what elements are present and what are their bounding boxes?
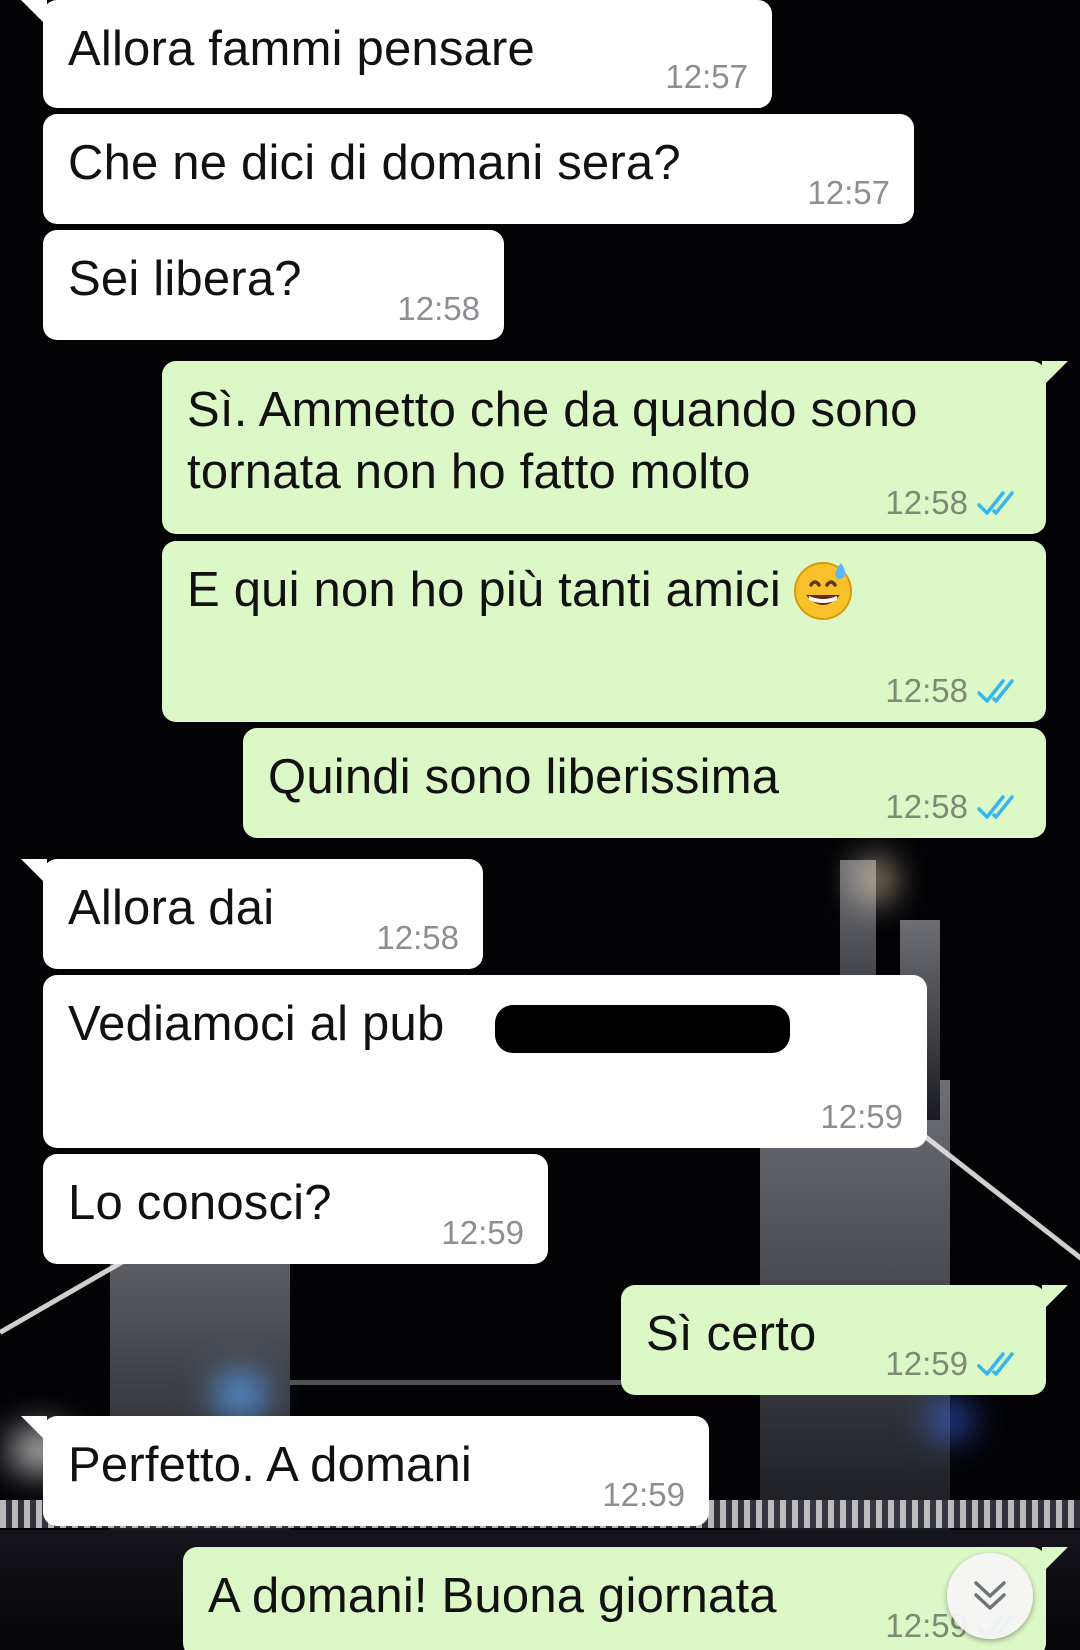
- message-meta: 12:57: [665, 58, 748, 96]
- wallpaper-light: [930, 1405, 970, 1435]
- message-incoming[interactable]: Perfetto. A domani 12:59: [21, 1416, 709, 1526]
- wallpaper-light: [860, 860, 890, 900]
- message-text: Che ne dici di domani sera?: [68, 136, 681, 190]
- message-text-content: E qui non ho più tanti amici: [187, 563, 781, 617]
- message-time: 12:59: [885, 1345, 968, 1382]
- message-incoming[interactable]: Che ne dici di domani sera? 12:57: [43, 114, 914, 224]
- message-time: 12:58: [397, 290, 480, 327]
- message-text: E qui non ho più tanti amici: [187, 559, 1020, 625]
- message-incoming[interactable]: Lo conosci? 12:59: [43, 1154, 548, 1264]
- double-check-icon: [977, 679, 1014, 703]
- message-meta: 12:58: [376, 919, 459, 957]
- message-outgoing[interactable]: Sì. Ammetto che da quando sono tornata n…: [162, 361, 1068, 534]
- message-time: 12:59: [441, 1214, 524, 1251]
- message-meta: 12:58: [397, 290, 480, 328]
- scroll-to-bottom-button[interactable]: [947, 1553, 1033, 1639]
- message-incoming[interactable]: Sei libera? 12:58: [43, 230, 504, 340]
- wallpaper-light: [215, 1375, 265, 1415]
- message-meta: 12:58: [885, 788, 1022, 826]
- message-text-line: Sì. Ammetto che da quando sono: [187, 383, 918, 437]
- message-time: 12:58: [885, 484, 968, 521]
- message-time: 12:57: [807, 174, 890, 211]
- message-meta: 12:59: [441, 1214, 524, 1252]
- redaction-mark: [495, 1005, 790, 1053]
- message-meta: 12:59: [885, 1345, 1022, 1383]
- message-time: 12:57: [665, 58, 748, 95]
- message-meta: 12:59: [820, 1098, 903, 1136]
- message-meta: 12:59: [602, 1476, 685, 1514]
- message-text: Allora fammi pensare: [68, 22, 535, 76]
- message-time: 12:58: [376, 919, 459, 956]
- double-check-icon: [977, 795, 1014, 819]
- message-time: 12:59: [602, 1476, 685, 1513]
- grinning-face-with-sweat-icon: [793, 562, 852, 621]
- message-time: 12:58: [885, 672, 968, 709]
- message-incoming[interactable]: Allora fammi pensare 12:57: [21, 0, 772, 108]
- message-meta: 12:58: [885, 672, 1022, 710]
- message-time: 12:59: [820, 1098, 903, 1135]
- double-check-icon: [977, 491, 1014, 515]
- message-meta: 12:57: [807, 174, 890, 212]
- message-meta: 12:58: [885, 484, 1022, 522]
- message-time: 12:58: [885, 788, 968, 825]
- message-incoming[interactable]: Vediamoci al pub 12:59: [43, 975, 927, 1148]
- chat-view[interactable]: Allora fammi pensare 12:57 Che ne dici d…: [0, 0, 1080, 1650]
- message-outgoing[interactable]: E qui non ho più tanti amici 12:58: [162, 541, 1046, 722]
- message-outgoing[interactable]: A domani! Buona giornata 12:59: [183, 1547, 1068, 1650]
- double-chevron-down-icon: [974, 1581, 1006, 1610]
- double-check-icon: [977, 1352, 1014, 1376]
- message-outgoing[interactable]: Sì certo 12:59: [621, 1285, 1068, 1395]
- message-outgoing[interactable]: Quindi sono liberissima 12:58: [243, 728, 1046, 838]
- message-text: Perfetto. A domani: [68, 1438, 473, 1492]
- message-incoming[interactable]: Allora dai 12:58: [21, 859, 483, 969]
